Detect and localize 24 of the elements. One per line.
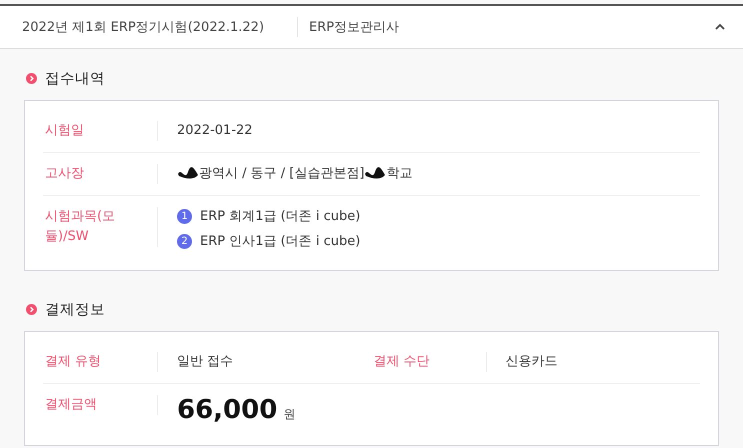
number-badge: 1	[177, 208, 192, 224]
field-value: 일반 접수	[177, 353, 234, 371]
field-label: 고사장	[43, 164, 158, 184]
amount-value: 66,000	[177, 395, 278, 425]
number-badge: 2	[177, 234, 192, 248]
certificate-name: ERP정보관리사	[309, 19, 400, 36]
exam-title: 2022년 제1회 ERP정기시험(2022.1.22)	[21, 19, 266, 36]
section-title: 결제정보	[45, 300, 105, 318]
field-label: 결제금액	[43, 395, 158, 415]
field-label: 시험과목(모듈)/SW	[43, 207, 158, 247]
field-label: 결제 유형	[43, 352, 158, 372]
collapse-caret-icon[interactable]	[713, 22, 727, 32]
currency-unit: 원	[283, 406, 296, 423]
bullet-icon	[26, 72, 37, 84]
field-value: 광역시 / 동구 / [실습관본점]	[199, 165, 364, 183]
subject-name: ERP 인사1급 (더존 i cube)	[200, 233, 360, 250]
field-label: 시험일	[43, 121, 158, 141]
field-label: 결제 수단	[372, 352, 486, 372]
bullet-icon	[26, 304, 37, 314]
field-value: 학교	[386, 165, 412, 183]
section-title: 접수내역	[45, 70, 105, 88]
subject-name: ERP 회계1급 (더존 i cube)	[200, 208, 360, 225]
field-value: 신용카드	[506, 353, 558, 371]
field-value: 2022-01-22	[177, 122, 253, 140]
